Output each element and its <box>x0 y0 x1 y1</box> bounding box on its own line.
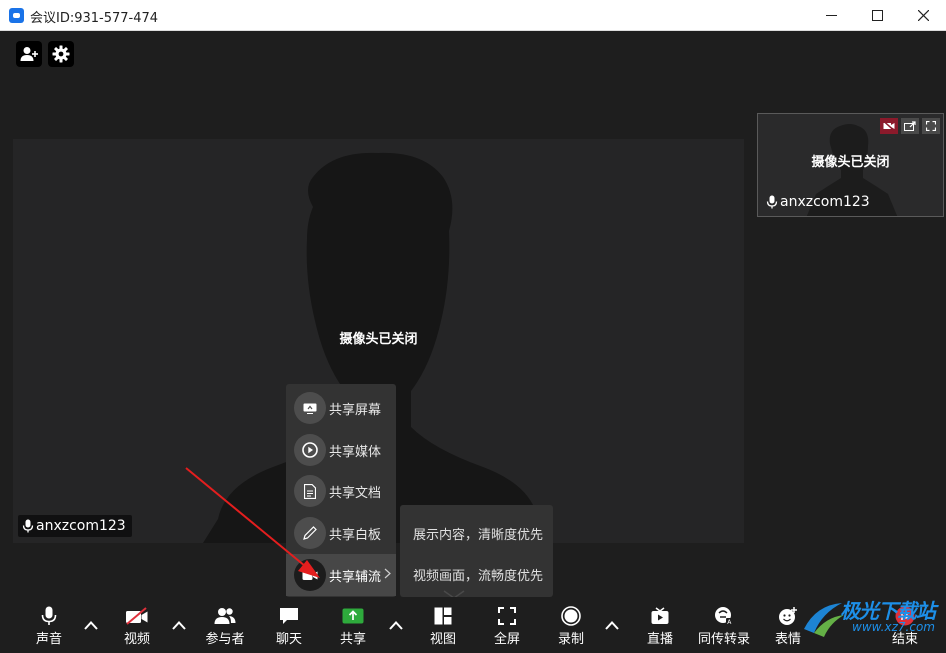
content-clarity-option[interactable]: 展示内容，清晰度优先 <box>413 524 543 543</box>
minimize-icon <box>825 15 837 16</box>
expand-icon <box>926 121 936 131</box>
maximize-icon <box>871 10 883 21</box>
share-button[interactable]: 共享 <box>325 605 381 651</box>
camera-off-button[interactable] <box>880 118 898 134</box>
gear-icon <box>52 45 70 63</box>
pen-icon <box>294 517 326 549</box>
mic-icon <box>22 519 34 533</box>
audio-options-caret[interactable] <box>81 615 101 635</box>
settings-button[interactable] <box>48 41 74 67</box>
chevron-up-icon <box>605 620 619 630</box>
record-icon <box>543 605 599 627</box>
chevron-up-icon <box>172 620 186 630</box>
title-bar: 会议ID:931-577-474 <box>0 0 946 31</box>
participants-icon <box>197 605 253 627</box>
share-menu: 共享屏幕 共享媒体 共享文档 共享白板 共享辅流 <box>286 384 396 597</box>
mic-icon <box>766 195 778 209</box>
maximize-button[interactable] <box>854 0 900 31</box>
screen-share-icon <box>294 392 326 424</box>
invite-button[interactable] <box>16 41 42 67</box>
participant-name: anxzcom123 <box>36 518 126 534</box>
audio-button[interactable]: 声音 <box>21 605 77 651</box>
participant-name: anxzcom123 <box>780 194 870 210</box>
share-document-item[interactable]: 共享文档 <box>286 470 396 512</box>
layout-icon <box>415 605 471 627</box>
chat-button[interactable]: 聊天 <box>261 605 317 651</box>
camera-off-icon <box>883 121 895 131</box>
video-button[interactable]: 视频 <box>109 605 165 651</box>
share-out-icon <box>904 121 916 131</box>
camera-off-status: 摄像头已关闭 <box>811 155 890 170</box>
live-icon <box>632 605 688 627</box>
share-media-item[interactable]: 共享媒体 <box>286 429 396 471</box>
fullscreen-icon <box>479 605 535 627</box>
chat-icon <box>261 605 317 627</box>
auxiliary-stream-submenu: 展示内容，清晰度优先 视频画面，流畅度优先 <box>400 505 553 597</box>
camera-off-status: 摄像头已关闭 <box>339 332 418 347</box>
record-options-caret[interactable] <box>602 615 622 635</box>
play-icon <box>294 434 326 466</box>
pop-out-button[interactable] <box>901 118 919 134</box>
share-whiteboard-item[interactable]: 共享白板 <box>286 512 396 554</box>
close-icon <box>917 10 929 21</box>
watermark-logo: 极光下载站 www.xz7.com <box>800 595 946 653</box>
meeting-area: 摄像头已关闭 anxzcom123 摄像头已关闭 anxzcom123 共享屏幕… <box>0 31 946 653</box>
record-button[interactable]: 录制 <box>543 605 599 651</box>
transcribe-button[interactable]: A 同传转录 <box>690 605 758 651</box>
share-screen-item[interactable]: 共享屏幕 <box>286 387 396 429</box>
mic-icon <box>21 605 77 627</box>
share-icon <box>325 605 381 627</box>
expand-button[interactable] <box>922 118 940 134</box>
video-options-caret[interactable] <box>169 615 189 635</box>
watermark-url: www.xz7.com <box>852 620 935 634</box>
participant-name-tag: anxzcom123 <box>762 191 876 213</box>
chevron-up-icon <box>84 620 98 630</box>
close-button[interactable] <box>900 0 946 31</box>
window-title: 会议ID:931-577-474 <box>30 11 159 26</box>
chevron-up-icon <box>389 620 403 630</box>
camera-icon <box>294 559 326 591</box>
minimize-button[interactable] <box>808 0 854 31</box>
share-options-caret[interactable] <box>386 615 406 635</box>
view-button[interactable]: 视图 <box>415 605 471 651</box>
app-logo-icon <box>9 8 24 23</box>
video-off-icon <box>109 605 165 627</box>
share-auxiliary-stream-item[interactable]: 共享辅流 <box>286 554 396 596</box>
self-video-thumbnail[interactable]: 摄像头已关闭 anxzcom123 <box>757 113 944 217</box>
add-user-icon <box>20 47 38 61</box>
participant-name-tag: anxzcom123 <box>18 515 132 537</box>
fullscreen-button[interactable]: 全屏 <box>479 605 535 651</box>
document-icon <box>294 475 326 507</box>
live-button[interactable]: 直播 <box>632 605 688 651</box>
participants-button[interactable]: 参与者 <box>197 605 253 651</box>
chevron-right-icon <box>384 568 391 579</box>
video-smoothness-option[interactable]: 视频画面，流畅度优先 <box>413 565 543 584</box>
transcribe-icon: A <box>690 605 758 627</box>
